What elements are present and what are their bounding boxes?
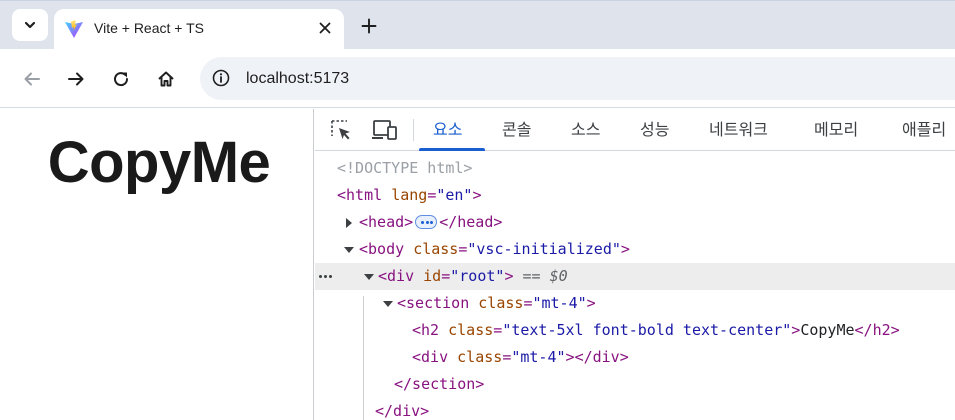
collapse-triangle-icon[interactable]: [343, 236, 355, 263]
attr-class-value: "vsc-initialized": [467, 240, 621, 258]
dom-node-inner-div[interactable]: <div class="mt-4"></div>: [315, 344, 955, 371]
tag-section: <section: [397, 294, 470, 312]
tab-memory[interactable]: 메모리: [814, 119, 858, 141]
dom-node-section-close[interactable]: </section>: [315, 371, 955, 398]
attr-eq: =: [493, 321, 503, 339]
chevron-down-icon: [24, 21, 36, 29]
attr-lang-value: "en": [436, 186, 473, 204]
reload-button[interactable]: [107, 65, 135, 93]
tag-div-close: </div>: [574, 348, 629, 366]
node-text: CopyMe: [800, 321, 855, 339]
tag-section-close: </section>: [394, 375, 485, 393]
vite-logo-icon: [65, 20, 83, 38]
tab-network[interactable]: 네트워크: [709, 119, 768, 141]
more-options-icon[interactable]: [319, 263, 332, 290]
tag-div-close: </div>: [375, 402, 430, 420]
attr-eq: =: [502, 348, 512, 366]
dom-node-div-close[interactable]: </div>: [315, 398, 955, 420]
url-text: localhost:5173: [246, 70, 350, 87]
address-bar[interactable]: localhost:5173: [200, 57, 955, 100]
device-toggle-icon: [372, 120, 397, 140]
inspect-element-button[interactable]: [329, 118, 353, 142]
tab-sources[interactable]: 소스: [571, 119, 600, 141]
tab-application[interactable]: 애플리: [902, 119, 946, 141]
inspect-cursor-icon: [331, 120, 350, 140]
dom-node-root-div[interactable]: <div id="root"> == $0: [315, 263, 955, 290]
attr-eq: =: [427, 186, 437, 204]
selected-node-marker: == $0: [522, 267, 568, 285]
attr-eq: =: [441, 267, 451, 285]
tag-bracket: >: [620, 240, 630, 258]
home-icon: [158, 71, 174, 87]
attr-class: class: [457, 348, 503, 366]
tag-bracket: >: [586, 294, 596, 312]
browser-tab[interactable]: Vite + React + TS: [54, 9, 344, 50]
tab-elements[interactable]: 요소: [433, 119, 462, 141]
page-heading: CopyMe: [47, 130, 271, 195]
forward-arrow-icon: [68, 72, 84, 86]
tab-title: Vite + React + TS: [94, 20, 204, 36]
tag-html: <html: [337, 186, 383, 204]
attr-class: class: [448, 321, 494, 339]
devtools-tab-bar: 요소 콘솔 소스 성능 네트워크 메모리 애플리: [315, 109, 955, 151]
tag-bracket: >: [472, 186, 482, 204]
expand-triangle-icon[interactable]: [343, 209, 355, 236]
attr-class-value: "mt-4": [532, 294, 587, 312]
dom-node-doctype[interactable]: <!DOCTYPE html>: [315, 155, 955, 182]
forward-button[interactable]: [62, 65, 90, 93]
attr-class: class: [413, 240, 459, 258]
tag-div: <div: [412, 348, 449, 366]
back-button[interactable]: [18, 65, 46, 93]
tag-div: <div: [378, 267, 415, 285]
tag-head-close: </head>: [439, 213, 503, 231]
new-tab-button[interactable]: [356, 13, 382, 39]
device-toolbar-button[interactable]: [371, 118, 399, 142]
doctype-text: <!DOCTYPE html>: [337, 159, 473, 177]
tag-bracket: >: [791, 321, 801, 339]
tag-h2-close: </h2>: [854, 321, 900, 339]
browser-toolbar: localhost:5173: [0, 49, 955, 108]
collapse-triangle-icon[interactable]: [382, 290, 394, 317]
dom-node-head[interactable]: <head> </head>: [315, 209, 955, 236]
attr-class: class: [478, 294, 524, 312]
toolbar-divider: [413, 119, 414, 141]
dom-node-section[interactable]: <section class="mt-4">: [315, 290, 955, 317]
dom-node-body[interactable]: <body class="vsc-initialized">: [315, 236, 955, 263]
site-info-button[interactable]: [210, 67, 232, 89]
dom-node-h2[interactable]: <h2 class="text-5xl font-bold text-cente…: [315, 317, 955, 344]
close-icon: [319, 22, 331, 34]
close-tab-button[interactable]: [314, 17, 336, 39]
tab-strip: Vite + React + TS: [0, 0, 955, 50]
attr-id-value: "root": [450, 267, 505, 285]
tag-body: <body: [359, 240, 405, 258]
plus-icon: [361, 18, 377, 34]
tab-search-button[interactable]: [12, 9, 48, 41]
tab-performance[interactable]: 성능: [640, 119, 669, 141]
dom-tree: <!DOCTYPE html> <html lang="en"> <head> <…: [315, 151, 955, 420]
tree-guide-line: [363, 296, 364, 420]
reload-icon: [114, 72, 129, 87]
attr-id: id: [423, 267, 442, 285]
attr-class-value: "text-5xl font-bold text-center": [502, 321, 792, 339]
tag-head: <head>: [359, 213, 414, 231]
tag-h2: <h2: [412, 321, 440, 339]
info-icon: [212, 69, 230, 87]
back-arrow-icon: [24, 72, 40, 86]
home-button[interactable]: [152, 65, 180, 93]
tag-bracket: >: [504, 267, 514, 285]
attr-class-value: "mt-4": [511, 348, 566, 366]
collapse-triangle-icon[interactable]: [363, 263, 375, 290]
collapsed-ellipsis-icon[interactable]: [415, 214, 438, 229]
devtools-panel: 요소 콘솔 소스 성능 네트워크 메모리 애플리 <!DOCTYPE html>…: [315, 109, 955, 420]
dom-node-html[interactable]: <html lang="en">: [315, 182, 955, 209]
page-viewport: CopyMe: [0, 109, 314, 420]
attr-lang: lang: [391, 186, 428, 204]
tab-console[interactable]: 콘솔: [502, 119, 531, 141]
tag-bracket: >: [565, 348, 575, 366]
